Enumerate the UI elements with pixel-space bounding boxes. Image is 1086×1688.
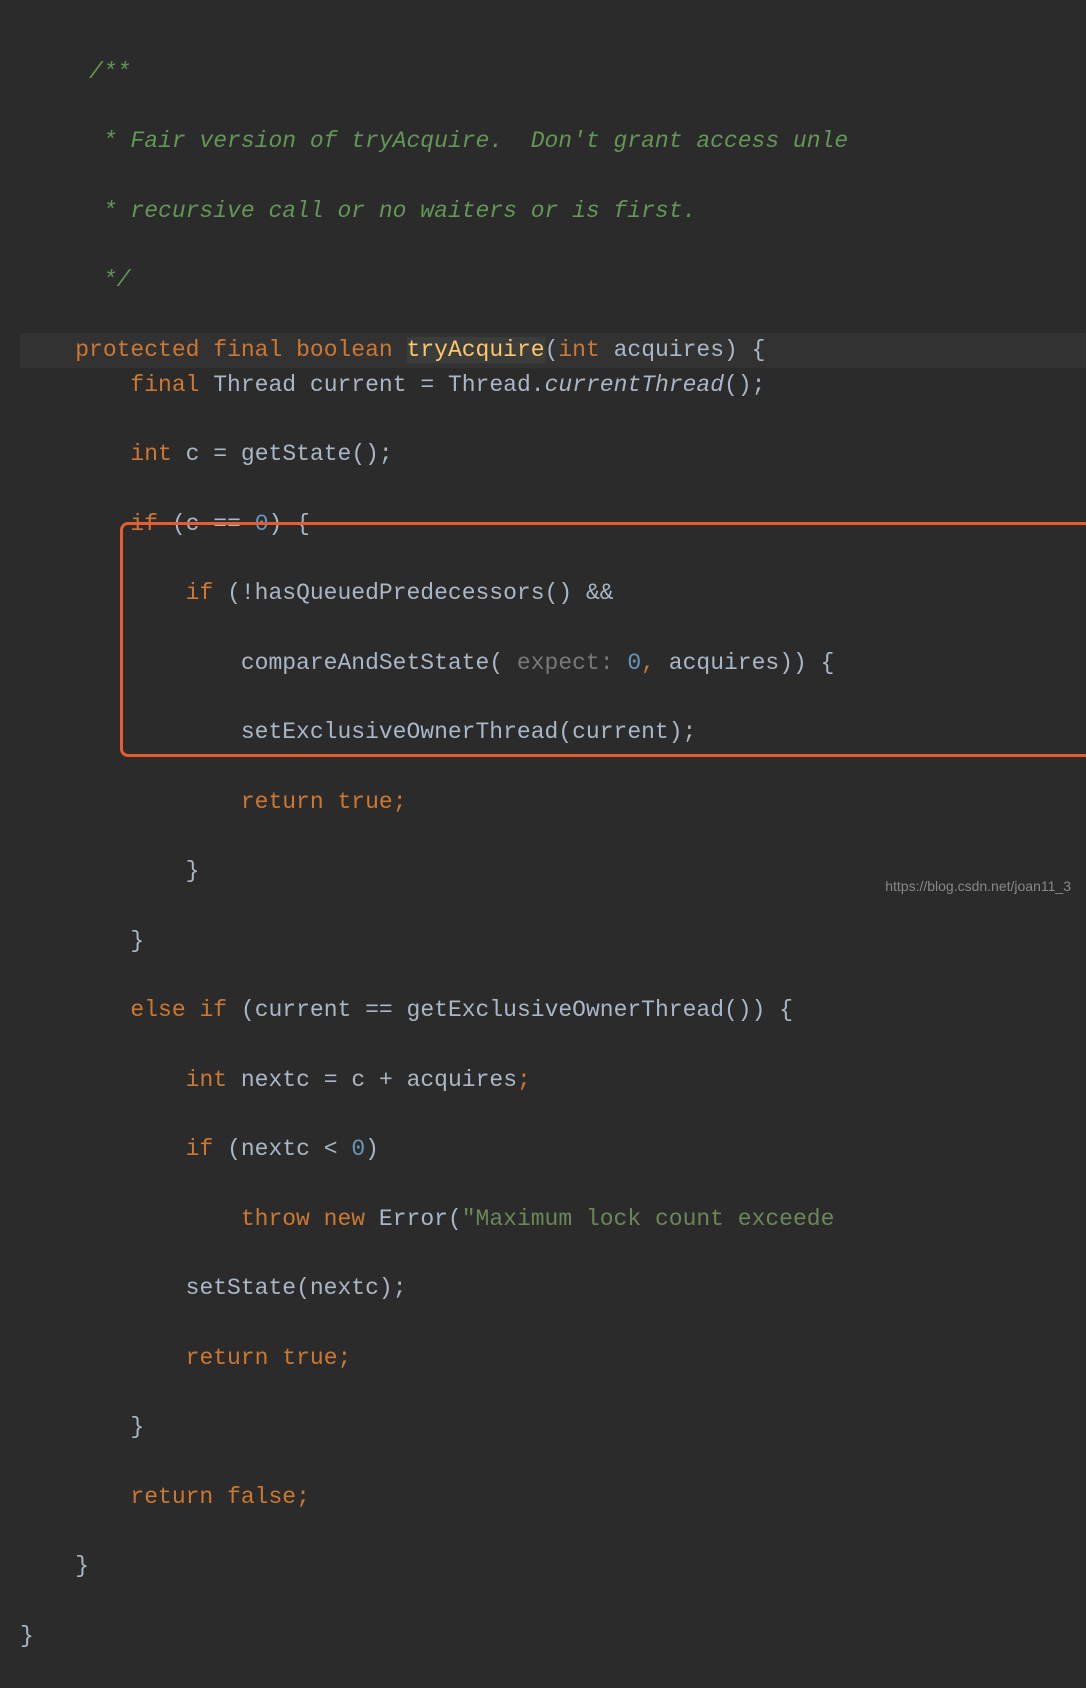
code-line: else if (current == getExclusiveOwnerThr… [20,993,1086,1028]
number: 0 [255,511,269,537]
code-line: compareAndSetState( expect: 0, acquires)… [20,646,1086,681]
keyword: else [130,997,185,1023]
method-call: getState [241,441,351,467]
keyword: return [186,1345,269,1371]
method-call: setExclusiveOwnerThread [241,719,558,745]
identifier: current [310,372,407,398]
number: 0 [627,650,641,676]
keyword: true [337,789,392,815]
code-line: if (!hasQueuedPredecessors() && [20,576,1086,611]
comment: /** [89,59,130,85]
code-line: setExclusiveOwnerThread(current); [20,715,1086,750]
keyword: final [130,372,199,398]
keyword: int [186,1067,227,1093]
type: Thread [448,372,531,398]
keyword: if [186,1136,214,1162]
type: Thread [213,372,296,398]
comment: * recursive call or no waiters or is fir… [89,198,696,224]
identifier: current [255,997,352,1023]
code-line: final Thread current = Thread.currentThr… [20,368,1086,403]
identifier: nextc [241,1067,310,1093]
identifier: nextc [310,1275,379,1301]
keyword: return [241,789,324,815]
method-name: tryAcquire [407,337,545,363]
code-line: */ [20,263,1086,298]
string: "Maximum lock count exceede [462,1206,835,1232]
identifier: acquires [407,1067,517,1093]
code-line: return true; [20,785,1086,820]
identifier: current [572,719,669,745]
watermark: https://blog.csdn.net/joan11_3 [885,876,1071,897]
method-call: hasQueuedPredecessors [255,580,545,606]
keyword: int [130,441,171,467]
keyword: false [227,1484,296,1510]
code-line: * recursive call or no waiters or is fir… [20,194,1086,229]
keyword: final [213,337,282,363]
code-line: if (c == 0) { [20,507,1086,542]
keyword: if [199,997,227,1023]
code-line: } [20,1619,1086,1654]
code-line: int c = getState(); [20,437,1086,472]
keyword: throw [241,1206,310,1232]
identifier: nextc [241,1136,310,1162]
identifier: c [186,441,200,467]
keyword: protected [75,337,199,363]
keyword: new [324,1206,365,1232]
keyword: if [130,511,158,537]
method-call: currentThread [545,372,724,398]
keyword: if [186,580,214,606]
identifier: acquires [614,337,724,363]
keyword: int [558,337,599,363]
identifier: c [351,1067,365,1093]
method-call: getExclusiveOwnerThread [407,997,724,1023]
identifier: c [186,511,200,537]
identifier: acquires [669,650,779,676]
type: Error [379,1206,448,1232]
code-line: /** [20,55,1086,90]
code-line: * Fair version of tryAcquire. Don't gran… [20,124,1086,159]
comment: */ [89,267,130,293]
code-line: } [20,924,1086,959]
keyword: boolean [296,337,393,363]
code-line: throw new Error("Maximum lock count exce… [20,1202,1086,1237]
code-line: } [20,1410,1086,1445]
code-line: return false; [20,1480,1086,1515]
code-line: } [20,1549,1086,1584]
code-line: int nextc = c + acquires; [20,1063,1086,1098]
code-editor: /** * Fair version of tryAcquire. Don't … [20,20,1086,1688]
comment: * Fair version of tryAcquire. Don't gran… [89,128,848,154]
code-line: protected final boolean tryAcquire(int a… [20,333,1086,368]
parameter-hint: expect: [517,650,614,676]
keyword: return [130,1484,213,1510]
keyword: true [282,1345,337,1371]
method-call: compareAndSetState [241,650,489,676]
method-call: setState [186,1275,296,1301]
code-line: setState(nextc); [20,1271,1086,1306]
code-line: if (nextc < 0) [20,1132,1086,1167]
code-line: return true; [20,1341,1086,1376]
number: 0 [351,1136,365,1162]
